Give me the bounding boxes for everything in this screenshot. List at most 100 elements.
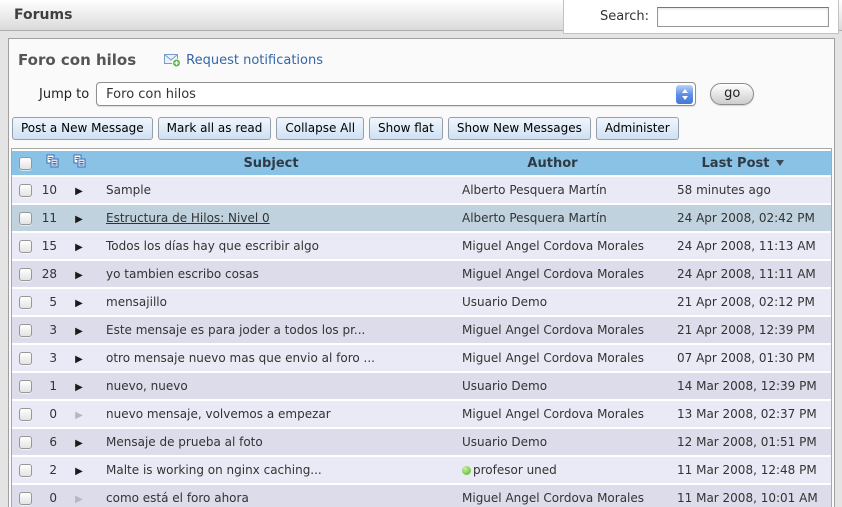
mark-all-read-button[interactable]: Mark all as read xyxy=(158,117,272,140)
thread-table: Subject Author Last Post 10 ▶ Sample Alb… xyxy=(11,148,832,507)
thread-checkbox[interactable] xyxy=(19,240,32,253)
thread-checkbox[interactable] xyxy=(19,408,32,421)
thread-subject-link[interactable]: Estructura de Hilos: Nivel 0 xyxy=(106,211,270,225)
expand-triangle-icon[interactable]: ▶ xyxy=(75,214,83,225)
thread-lastpost: 07 Apr 2008, 01:30 PM xyxy=(655,345,831,371)
thread-row: 6 ▶ Mensaje de prueba al foto Usuario De… xyxy=(12,429,831,455)
expand-triangle-icon[interactable]: ▶ xyxy=(75,186,83,197)
thread-checkbox[interactable] xyxy=(19,464,32,477)
thread-checkbox[interactable] xyxy=(19,324,32,337)
thread-subject-link[interactable]: otro mensaje nuevo mas que envio al foro… xyxy=(106,351,375,365)
thread-checkbox[interactable] xyxy=(19,436,32,449)
expand-triangle-icon[interactable]: ▶ xyxy=(75,438,83,449)
expand-triangle-icon[interactable]: ▶ xyxy=(75,382,83,393)
search-box: Search: xyxy=(563,0,839,34)
show-flat-button[interactable]: Show flat xyxy=(369,117,443,140)
expand-triangle-icon[interactable]: ▶ xyxy=(75,466,83,477)
thread-author: profesor uned xyxy=(473,463,557,477)
thread-checkbox[interactable] xyxy=(19,352,32,365)
thread-author: Alberto Pesquera Martín xyxy=(462,183,607,197)
forum-select[interactable]: Foro con hilos xyxy=(96,82,696,106)
expand-triangle-icon[interactable]: ▶ xyxy=(75,298,83,309)
thread-author: Miguel Angel Cordova Morales xyxy=(462,267,644,281)
thread-row: 15 ▶ Todos los días hay que escribir alg… xyxy=(12,233,831,259)
go-button[interactable]: go xyxy=(710,83,754,105)
request-notifications-link[interactable]: Request notifications xyxy=(164,53,323,68)
thread-author: Miguel Angel Cordova Morales xyxy=(462,407,644,421)
search-input[interactable] xyxy=(657,7,829,27)
expand-triangle-icon[interactable]: ▶ xyxy=(75,354,83,365)
thread-subject-link[interactable]: Todos los días hay que escribir algo xyxy=(106,239,319,253)
reply-count: 3 xyxy=(38,317,66,343)
reply-count: 15 xyxy=(38,233,66,259)
thread-checkbox[interactable] xyxy=(19,492,32,505)
thread-checkbox[interactable] xyxy=(19,212,32,225)
reply-count: 5 xyxy=(38,289,66,315)
lastpost-header-label: Last Post xyxy=(702,156,770,171)
reply-count: 11 xyxy=(38,205,66,231)
thread-subject-link[interactable]: Malte is working on nginx caching... xyxy=(106,463,322,477)
thread-row: 3 ▶ otro mensaje nuevo mas que envio al … xyxy=(12,345,831,371)
thread-row: 11 ▶ Estructura de Hilos: Nivel 0 Albert… xyxy=(12,205,831,231)
post-new-message-button[interactable]: Post a New Message xyxy=(12,117,153,140)
thread-lastpost: 12 Mar 2008, 01:51 PM xyxy=(655,429,831,455)
jump-to-row: Jump to Foro con hilos go xyxy=(39,82,834,106)
thread-lastpost: 11 Mar 2008, 10:01 AM xyxy=(655,485,831,507)
thread-author: Usuario Demo xyxy=(462,435,547,449)
expand-triangle-icon[interactable]: ▶ xyxy=(75,326,83,337)
forum-title-row: Foro con hilos Request notifications xyxy=(18,51,834,69)
thread-lastpost: 11 Mar 2008, 12:48 PM xyxy=(655,457,831,483)
replies-sort-icon[interactable] xyxy=(46,154,59,168)
collapse-all-button[interactable]: Collapse All xyxy=(276,117,364,140)
reply-count: 1 xyxy=(38,373,66,399)
column-header-subject[interactable]: Subject xyxy=(92,151,450,175)
thread-author: Miguel Angel Cordova Morales xyxy=(462,491,644,505)
thread-row: 28 ▶ yo tambien escribo cosas Miguel Ang… xyxy=(12,261,831,287)
show-new-messages-button[interactable]: Show New Messages xyxy=(448,117,591,140)
thread-checkbox[interactable] xyxy=(19,184,32,197)
thread-lastpost: 24 Apr 2008, 11:11 AM xyxy=(655,261,831,287)
request-notifications-label: Request notifications xyxy=(186,53,323,68)
thread-subject-link[interactable]: Este mensaje es para joder a todos los p… xyxy=(106,323,365,337)
thread-row: 3 ▶ Este mensaje es para joder a todos l… xyxy=(12,317,831,343)
thread-checkbox[interactable] xyxy=(19,268,32,281)
thread-lastpost: 14 Mar 2008, 12:39 PM xyxy=(655,373,831,399)
administer-button[interactable]: Administer xyxy=(596,117,679,140)
expand-triangle-icon[interactable]: ▶ xyxy=(75,242,83,253)
thread-author: Usuario Demo xyxy=(462,379,547,393)
thread-subject-link[interactable]: como está el foro ahora xyxy=(106,491,249,505)
thread-checkbox[interactable] xyxy=(19,296,32,309)
expand-triangle-icon: ▶ xyxy=(75,410,83,421)
thread-subject-link[interactable]: mensajillo xyxy=(106,295,167,309)
thread-row: 1 ▶ nuevo, nuevo Usuario Demo 14 Mar 200… xyxy=(12,373,831,399)
jump-to-label: Jump to xyxy=(39,87,89,102)
thread-author: Miguel Angel Cordova Morales xyxy=(462,323,644,337)
thread-author: Alberto Pesquera Martín xyxy=(462,211,607,225)
thread-subject-link[interactable]: Sample xyxy=(106,183,151,197)
reply-count: 0 xyxy=(38,485,66,507)
forum-title: Foro con hilos xyxy=(18,51,136,69)
thread-subject-link[interactable]: nuevo mensaje, volvemos a empezar xyxy=(106,407,331,421)
thread-author: Miguel Angel Cordova Morales xyxy=(462,239,644,253)
unread-sort-icon[interactable] xyxy=(73,154,86,168)
thread-checkbox[interactable] xyxy=(19,380,32,393)
search-label: Search: xyxy=(600,9,649,24)
select-all-checkbox[interactable] xyxy=(19,157,32,170)
column-header-lastpost[interactable]: Last Post xyxy=(655,151,831,175)
thread-row: 0 ▶ como está el foro ahora Miguel Angel… xyxy=(12,485,831,507)
sort-desc-icon xyxy=(776,160,784,166)
forum-select-value: Foro con hilos xyxy=(106,87,196,102)
thread-subject-link[interactable]: yo tambien escribo cosas xyxy=(106,267,259,281)
thread-author: Miguel Angel Cordova Morales xyxy=(462,351,644,365)
thread-subject-link[interactable]: nuevo, nuevo xyxy=(106,379,188,393)
thread-lastpost: 24 Apr 2008, 11:13 AM xyxy=(655,233,831,259)
toolbar: Post a New Message Mark all as read Coll… xyxy=(12,117,834,140)
expand-triangle-icon: ▶ xyxy=(75,494,83,505)
thread-row: 5 ▶ mensajillo Usuario Demo 21 Apr 2008,… xyxy=(12,289,831,315)
thread-row: 10 ▶ Sample Alberto Pesquera Martín 58 m… xyxy=(12,177,831,203)
thread-subject-link[interactable]: Mensaje de prueba al foto xyxy=(106,435,263,449)
thread-author: Usuario Demo xyxy=(462,295,547,309)
column-header-author[interactable]: Author xyxy=(450,151,655,175)
thread-lastpost: 24 Apr 2008, 02:42 PM xyxy=(655,205,831,231)
expand-triangle-icon[interactable]: ▶ xyxy=(75,270,83,281)
